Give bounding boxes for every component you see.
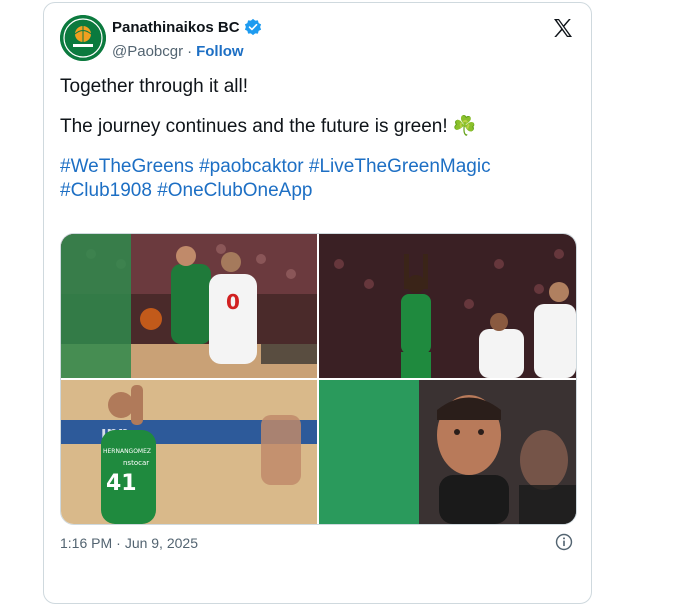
tweet-line-1: Together through it all! (60, 76, 249, 97)
photo-3[interactable]: ınn 41 HERNANGOMEZ nstocar (61, 380, 317, 524)
tweet-text: Together through it all! The journey con… (60, 75, 570, 203)
media-grid: 0 41 HERNANGOMEZ nstocar (60, 233, 577, 525)
hashtag-wethegreens[interactable]: #WeTheGreens (60, 156, 194, 177)
tweet-time[interactable]: 1:16 PM (60, 535, 112, 551)
author-name-row: Panathinaikos BC (112, 18, 262, 36)
avatar[interactable] (60, 15, 106, 61)
handle[interactable]: @Paobcgr (112, 43, 183, 60)
hashtag-oneclubone-app[interactable]: #OneClubOneApp (157, 180, 312, 201)
photo-4[interactable] (319, 380, 576, 524)
follow-button[interactable]: Follow (196, 43, 244, 60)
verified-badge-icon (244, 18, 262, 36)
hashtag-paobcaktor[interactable]: #paobcaktor (199, 156, 304, 177)
handle-row: @Paobcgr · Follow (112, 43, 244, 60)
x-logo-icon[interactable] (551, 16, 575, 40)
tweet-meta: 1:16 PM · Jun 9, 2025 (60, 535, 198, 551)
jersey-number: 0 (226, 290, 240, 314)
sponsor-text: nstocar (123, 459, 149, 467)
info-icon[interactable] (555, 533, 573, 551)
display-name[interactable]: Panathinaikos BC (112, 19, 240, 36)
tweet-card[interactable]: Panathinaikos BC @Paobcgr · Follow Toget… (43, 2, 592, 604)
hashtag-club1908[interactable]: #Club1908 (60, 180, 152, 201)
tweet-line-2: The journey continues and the future is … (60, 116, 477, 137)
hashtag-livethegreenmagic[interactable]: #LiveTheGreenMagic (309, 156, 491, 177)
separator: · (116, 535, 121, 551)
photo-1[interactable]: 0 (61, 234, 317, 378)
jersey-number: 41 (106, 471, 137, 496)
hashtags: #WeTheGreens #paobcaktor #LiveTheGreenMa… (60, 155, 570, 203)
tweet-date[interactable]: Jun 9, 2025 (125, 535, 198, 551)
photo-2[interactable] (319, 234, 576, 378)
club-logo (60, 15, 106, 61)
player-name: HERNANGOMEZ (103, 448, 151, 455)
separator: · (187, 43, 193, 60)
